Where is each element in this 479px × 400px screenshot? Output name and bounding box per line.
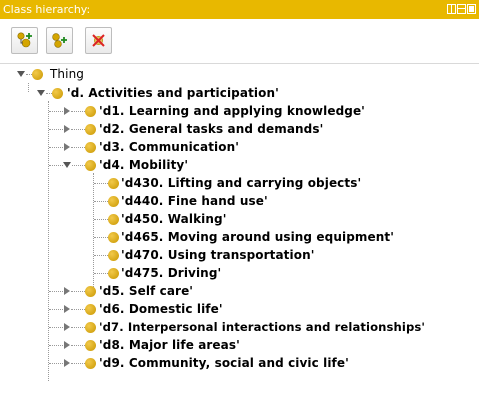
collapsed-arrow-icon[interactable] — [63, 341, 71, 349]
class-node-icon — [108, 268, 119, 279]
collapsed-arrow-icon[interactable] — [63, 143, 71, 151]
tree-node-label: 'd7. Interpersonal interactions and rela… — [99, 320, 426, 334]
delete-class-icon — [92, 34, 105, 47]
tree-node-label: 'd. Activities and participation' — [67, 86, 279, 100]
add-sibling-button[interactable] — [46, 27, 73, 54]
tree-node-label: 'd4. Mobility' — [99, 158, 189, 172]
tree-node-d430[interactable]: 'd430. Lifting and carrying objects' — [0, 174, 479, 192]
tree-node-d470[interactable]: 'd470. Using transportation' — [0, 246, 479, 264]
class-node-icon — [108, 196, 119, 207]
collapsed-arrow-icon[interactable] — [63, 305, 71, 313]
collapsed-arrow-icon[interactable] — [63, 125, 71, 133]
collapsed-arrow-icon[interactable] — [63, 107, 71, 115]
class-node-icon — [85, 106, 96, 117]
tree-node-d[interactable]: 'd. Activities and participation' — [0, 84, 479, 102]
tree-node-label: Thing — [50, 67, 84, 81]
add-subclass-icon — [17, 32, 32, 48]
tree-node-label: 'd8. Major life areas' — [99, 338, 240, 352]
class-node-icon — [85, 340, 96, 351]
delete-class-button[interactable] — [85, 27, 112, 54]
tree-node-d3[interactable]: 'd3. Communication' — [0, 138, 479, 156]
class-node-icon — [108, 250, 119, 261]
tree-node-d4[interactable]: 'd4. Mobility' — [0, 156, 479, 174]
tree-node-d465[interactable]: 'd465. Moving around using equipment' — [0, 228, 479, 246]
class-node-icon — [85, 322, 96, 333]
class-node-icon — [32, 69, 43, 80]
tree-node-thing[interactable]: Thing — [0, 65, 479, 83]
panel-title: Class hierarchy: — [3, 3, 91, 16]
tree-node-d475[interactable]: 'd475. Driving' — [0, 264, 479, 282]
class-node-icon — [85, 142, 96, 153]
tree-node-d6[interactable]: 'd6. Domestic life' — [0, 300, 479, 318]
class-node-icon — [108, 178, 119, 189]
panel-title-bar: Class hierarchy: — [0, 0, 479, 19]
class-node-icon — [85, 304, 96, 315]
expanded-arrow-icon[interactable] — [17, 70, 25, 78]
tree-node-label: 'd1. Learning and applying knowledge' — [99, 104, 365, 118]
class-node-icon — [52, 88, 63, 99]
tree-node-d5[interactable]: 'd5. Self care' — [0, 282, 479, 300]
add-sibling-icon — [52, 33, 67, 48]
add-subclass-button[interactable] — [11, 27, 38, 54]
expanded-arrow-icon[interactable] — [63, 161, 71, 169]
window-buttons — [447, 4, 476, 15]
tree-node-label: 'd9. Community, social and civic life' — [99, 356, 349, 370]
tree-node-label: 'd450. Walking' — [121, 212, 227, 226]
collapsed-arrow-icon[interactable] — [63, 287, 71, 295]
tree-node-label: 'd475. Driving' — [121, 266, 222, 280]
collapsed-arrow-icon[interactable] — [63, 359, 71, 367]
tile-horizontal-icon[interactable] — [447, 4, 456, 14]
class-node-icon — [85, 358, 96, 369]
tree-node-d9[interactable]: 'd9. Community, social and civic life' — [0, 354, 479, 372]
tree-node-label: 'd470. Using transportation' — [121, 248, 315, 262]
tree-node-label: 'd440. Fine hand use' — [121, 194, 268, 208]
class-node-icon — [108, 232, 119, 243]
tree-node-label: 'd6. Domestic life' — [99, 302, 223, 316]
tree-node-d450[interactable]: 'd450. Walking' — [0, 210, 479, 228]
tile-vertical-icon[interactable] — [457, 4, 466, 14]
tree-node-d1[interactable]: 'd1. Learning and applying knowledge' — [0, 102, 479, 120]
tree-node-label: 'd5. Self care' — [99, 284, 194, 298]
class-tree[interactable]: Thing 'd. Activities and participation' … — [0, 64, 479, 400]
toolbar — [0, 19, 479, 63]
tree-node-label: 'd430. Lifting and carrying objects' — [121, 176, 362, 190]
tree-node-d8[interactable]: 'd8. Major life areas' — [0, 336, 479, 354]
class-node-icon — [85, 124, 96, 135]
class-node-icon — [108, 214, 119, 225]
tree-node-d440[interactable]: 'd440. Fine hand use' — [0, 192, 479, 210]
tree-node-label: 'd2. General tasks and demands' — [99, 122, 324, 136]
tree-node-d2[interactable]: 'd2. General tasks and demands' — [0, 120, 479, 138]
class-hierarchy-panel: Class hierarchy: Thing 'd. Activities an… — [0, 0, 479, 400]
collapsed-arrow-icon[interactable] — [63, 323, 71, 331]
expanded-arrow-icon[interactable] — [37, 89, 45, 97]
tree-node-label: 'd465. Moving around using equipment' — [121, 230, 394, 244]
class-node-icon — [85, 160, 96, 171]
tree-node-d7[interactable]: 'd7. Interpersonal interactions and rela… — [0, 318, 479, 336]
tree-node-label: 'd3. Communication' — [99, 140, 240, 154]
maximize-icon[interactable] — [467, 4, 476, 14]
class-node-icon — [85, 286, 96, 297]
